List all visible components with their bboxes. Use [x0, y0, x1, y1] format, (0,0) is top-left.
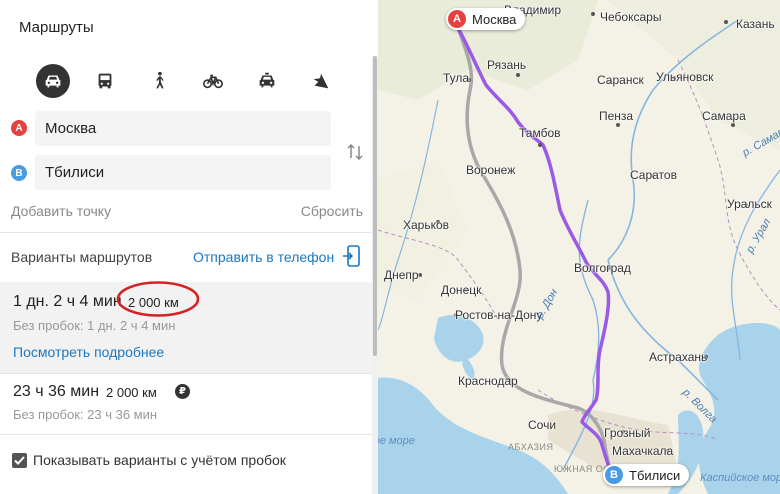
route-time: 1 дн. 2 ч 4 мин [13, 293, 122, 310]
city-label: Пенза [599, 109, 634, 123]
swap-points-button[interactable] [345, 142, 365, 162]
city-label: Махачкала [612, 444, 674, 458]
mode-bicycle-button[interactable] [196, 64, 230, 98]
reset-link[interactable]: Сбросить [301, 203, 363, 219]
panel-title: Маршруты [19, 19, 94, 36]
city-label: Самара [702, 109, 746, 123]
bicycle-icon [203, 74, 223, 89]
city-label: Рязань [487, 58, 527, 72]
traffic-checkbox-label: Показывать варианты с учётом пробок [33, 452, 286, 468]
city-label: Харьков [403, 218, 450, 232]
sea-label: Каспийское море [700, 472, 780, 484]
divider [0, 434, 372, 435]
route-time: 23 ч 36 мин [13, 383, 100, 400]
map-view[interactable]: Владимир Чебоксары Казань Рязань Тула Са… [378, 0, 780, 494]
city-label: Астрахань [649, 350, 708, 364]
city-label: Саранск [597, 73, 644, 87]
sea-label: Черное море [378, 435, 415, 447]
city-label: Донецк [441, 283, 482, 297]
mode-bus-button[interactable] [88, 64, 122, 98]
route-distance: 2 000 км [128, 295, 179, 310]
route-option-1[interactable]: 1 дн. 2 ч 4 мин 2 000 км Без пробок: 1 д… [0, 282, 372, 373]
route-no-traffic: Без пробок: 1 дн. 2 ч 4 мин [13, 318, 176, 333]
marker-b-pin-icon: B [605, 466, 623, 484]
route-no-traffic: Без пробок: 23 ч 36 мин [13, 407, 158, 422]
mode-car-button[interactable] [36, 64, 70, 98]
checkmark-icon [14, 456, 25, 465]
toll-road-icon: ₽ [175, 384, 190, 399]
marker-a-pin-icon: A [448, 10, 466, 28]
point-a-input[interactable] [35, 111, 331, 146]
divider [0, 232, 372, 233]
city-label: Днепр [384, 268, 419, 282]
city-label: Краснодар [458, 374, 518, 388]
city-label: Тамбов [519, 126, 561, 140]
map-marker-b[interactable]: B Тбилиси [603, 464, 690, 486]
route-distance: 2 000 км [106, 385, 157, 400]
taxi-icon [259, 72, 275, 88]
send-to-phone-link[interactable]: Отправить в телефон [193, 249, 334, 265]
region-label: АБХАЗИЯ [508, 442, 554, 452]
mode-taxi-button[interactable] [250, 64, 284, 98]
point-b-input[interactable] [35, 155, 331, 190]
map-marker-a[interactable]: A Москва [446, 8, 526, 30]
transport-modes [36, 64, 346, 98]
marker-a-label: Москва [472, 11, 517, 27]
swap-arrows-icon [347, 143, 363, 161]
walk-icon [156, 71, 164, 89]
point-a-badge: A [11, 120, 27, 136]
mode-plane-button[interactable] [304, 64, 338, 98]
city-label: Чебоксары [600, 10, 662, 24]
variants-label: Варианты маршрутов [11, 249, 153, 265]
city-label: Ростов-на-Дону [455, 308, 543, 322]
city-label: Ульяновск [656, 70, 714, 84]
mode-walk-button[interactable] [142, 64, 176, 98]
city-label: Тула [443, 71, 470, 85]
city-label: Уральск [727, 197, 772, 211]
city-label: Волгоград [574, 261, 631, 275]
car-icon [45, 75, 61, 88]
plane-icon [313, 73, 329, 89]
city-label: Сочи [528, 418, 557, 432]
marker-b-label: Тбилиси [629, 467, 681, 483]
city-label: Саратов [630, 168, 677, 182]
bus-icon [98, 73, 112, 89]
scrollbar-thumb[interactable] [373, 56, 377, 356]
phone-send-icon[interactable] [343, 245, 361, 267]
city-label: Воронеж [466, 163, 516, 177]
city-label: Казань [736, 17, 775, 31]
route-option-2[interactable]: 23 ч 36 мин 2 000 км ₽ Без пробок: 23 ч … [0, 374, 372, 434]
city-label: Грозный [604, 426, 651, 440]
route-details-link[interactable]: Посмотреть подробнее [13, 344, 164, 360]
routes-panel: Маршруты A B Добавить точку Сбросить Вар… [0, 0, 378, 494]
point-b-badge: B [11, 165, 27, 181]
panel-scrollbar[interactable] [372, 56, 378, 494]
traffic-checkbox[interactable] [12, 453, 27, 468]
map-base [378, 0, 780, 494]
add-point-link[interactable]: Добавить точку [11, 203, 111, 219]
